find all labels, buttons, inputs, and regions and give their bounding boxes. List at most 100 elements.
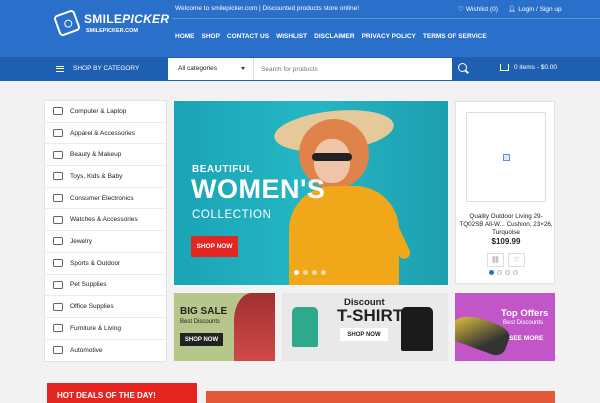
category-select[interactable]: All categories bbox=[168, 58, 254, 80]
banner-title: BIG SALE bbox=[180, 306, 228, 317]
logo-name-accent: PICKER bbox=[122, 12, 170, 26]
hot-deals-heading: HOT DEALS OF THE DAY! bbox=[47, 383, 197, 403]
category-item[interactable]: Furniture & Living bbox=[45, 318, 166, 340]
banner-title: Top Offers bbox=[501, 308, 549, 319]
category-item[interactable]: Jewelry bbox=[45, 231, 166, 253]
category-label: Furniture & Living bbox=[70, 324, 121, 332]
shirt-icon bbox=[53, 129, 63, 138]
logo-name-main: SMILE bbox=[84, 12, 123, 26]
link-icon: ⛓︎ bbox=[491, 257, 500, 264]
category-sidebar: Computer & Laptop Apparel & Accessories … bbox=[44, 100, 167, 362]
product-price: $109.99 bbox=[491, 237, 521, 246]
category-label: Beauty & Makeup bbox=[70, 151, 122, 159]
see-more-button[interactable]: SEE MORE bbox=[509, 335, 543, 342]
featured-product-card: Quality Outdoor Living 29-TQ02SB All-W..… bbox=[455, 101, 555, 284]
sofa-icon bbox=[53, 324, 63, 333]
menu-icon bbox=[56, 65, 64, 72]
category-item[interactable]: Watches & Accessories bbox=[45, 209, 166, 232]
cart-button[interactable]: 0 items - $0.00 bbox=[500, 64, 557, 71]
nav-item-wishlist[interactable]: WISHLIST bbox=[276, 33, 307, 40]
hero-shop-now-button[interactable]: SHOP NOW bbox=[191, 236, 238, 257]
product-pagination bbox=[489, 270, 518, 275]
banner-subtitle: T-SHIRT bbox=[337, 306, 404, 325]
slide-dot[interactable] bbox=[489, 270, 494, 275]
site-logo[interactable]: SMILEPICKER SMILEPICKER.COM bbox=[52, 8, 169, 42]
welcome-text: Welcome to smilepicker.com | Discounted … bbox=[175, 5, 360, 12]
search-icon[interactable] bbox=[458, 63, 467, 72]
category-item[interactable]: Consumer Electronics bbox=[45, 188, 166, 210]
watch-icon bbox=[53, 215, 63, 224]
link-button[interactable]: ⛓︎ bbox=[487, 253, 504, 267]
category-label: Sports & Outdoor bbox=[70, 259, 121, 267]
category-item[interactable]: Toys, Kids & Baby bbox=[45, 166, 166, 188]
slide-dot[interactable] bbox=[294, 270, 299, 275]
category-label: Jewelry bbox=[70, 237, 93, 245]
black-tshirt-image bbox=[401, 307, 433, 351]
category-label: Apparel & Accessories bbox=[70, 129, 136, 137]
big-sale-banner[interactable]: BIG SALE Best Discounts SHOP NOW bbox=[174, 293, 275, 361]
wishlist-link[interactable]: ♡ Wishlist (0) bbox=[458, 5, 498, 14]
main-nav: HOME SHOP CONTACT US WISHLIST DISCLAIMER… bbox=[175, 33, 487, 40]
shop-now-button[interactable]: SHOP NOW bbox=[180, 333, 223, 346]
login-link[interactable]: 👤︎ Login / Sign up bbox=[508, 5, 562, 14]
logo-url: SMILEPICKER.COM bbox=[86, 28, 138, 34]
shop-by-category-button[interactable]: SHOP BY CATEGORY bbox=[56, 65, 139, 72]
slide-dot[interactable] bbox=[505, 270, 510, 275]
category-item[interactable]: Pet Supplies bbox=[45, 275, 166, 297]
user-icon: 👤︎ bbox=[508, 6, 517, 13]
logo-name: SMILEPICKER bbox=[84, 12, 169, 26]
category-item[interactable]: Sports & Outdoor bbox=[45, 253, 166, 275]
nav-item-shop[interactable]: SHOP bbox=[202, 33, 220, 40]
hero-slider[interactable]: BEAUTIFUL WOMEN'S COLLECTION SHOP NOW bbox=[174, 101, 448, 285]
tshirt-banner[interactable]: Discount T-SHIRT SHOP NOW bbox=[282, 293, 448, 361]
category-item[interactable]: Computer & Laptop bbox=[45, 101, 166, 123]
promo-strip bbox=[206, 391, 555, 403]
laptop-icon bbox=[53, 107, 63, 116]
product-actions: ⛓︎ ♡ bbox=[487, 253, 525, 267]
slide-dot[interactable] bbox=[321, 270, 326, 275]
cart-icon bbox=[500, 64, 509, 71]
diamond-icon bbox=[53, 237, 63, 246]
nav-item-privacy[interactable]: PRIVACY POLICY bbox=[362, 33, 416, 40]
image-placeholder-icon bbox=[502, 153, 510, 161]
ball-icon bbox=[53, 259, 63, 268]
site-header: SMILEPICKER SMILEPICKER.COM Welcome to s… bbox=[0, 0, 600, 81]
stroller-icon bbox=[53, 172, 63, 181]
search-bar: SHOP BY CATEGORY All categories 0 items … bbox=[0, 57, 600, 81]
product-image[interactable] bbox=[466, 112, 546, 202]
nav-item-terms[interactable]: TERMS OF SERVICE bbox=[423, 33, 487, 40]
slide-dot[interactable] bbox=[303, 270, 308, 275]
category-item[interactable]: Beauty & Makeup bbox=[45, 144, 166, 167]
nav-item-disclaimer[interactable]: DISCLAIMER bbox=[314, 33, 354, 40]
chip-icon bbox=[53, 194, 63, 203]
category-item[interactable]: Automotive bbox=[45, 340, 166, 362]
category-label: Computer & Laptop bbox=[70, 107, 127, 115]
car-icon bbox=[53, 346, 63, 355]
shop-by-category-label: SHOP BY CATEGORY bbox=[73, 65, 140, 72]
product-title[interactable]: Quality Outdoor Living 29-TQ02SB All-W..… bbox=[459, 213, 553, 237]
topbar-divider bbox=[172, 18, 600, 19]
add-to-wishlist-button[interactable]: ♡ bbox=[508, 253, 525, 267]
category-label: Consumer Electronics bbox=[70, 194, 134, 202]
category-label: Pet Supplies bbox=[70, 281, 107, 289]
nav-item-home[interactable]: HOME bbox=[175, 33, 195, 40]
category-item[interactable]: Office Supplies bbox=[45, 296, 166, 318]
search-box: All categories bbox=[168, 58, 452, 80]
shop-now-button[interactable]: SHOP NOW bbox=[340, 328, 388, 341]
category-label: Toys, Kids & Baby bbox=[70, 172, 123, 180]
printer-icon bbox=[53, 302, 63, 311]
top-offers-banner[interactable]: Top Offers Best Discounts SEE MORE bbox=[455, 293, 555, 361]
lipstick-icon bbox=[53, 150, 63, 159]
nav-item-contact[interactable]: CONTACT US bbox=[227, 33, 269, 40]
category-item[interactable]: Apparel & Accessories bbox=[45, 123, 166, 145]
login-label: Login / Sign up bbox=[518, 5, 562, 13]
hero-line2: WOMEN'S bbox=[191, 174, 326, 204]
slide-dot[interactable] bbox=[312, 270, 317, 275]
tag-icon bbox=[52, 8, 82, 38]
slide-dot[interactable] bbox=[497, 270, 502, 275]
wishlist-label: Wishlist (0) bbox=[465, 5, 498, 13]
search-input[interactable] bbox=[254, 58, 444, 80]
hero-line3: COLLECTION bbox=[192, 209, 272, 221]
slide-dot[interactable] bbox=[513, 270, 518, 275]
banner-subtitle: Best Discounts bbox=[180, 319, 221, 325]
